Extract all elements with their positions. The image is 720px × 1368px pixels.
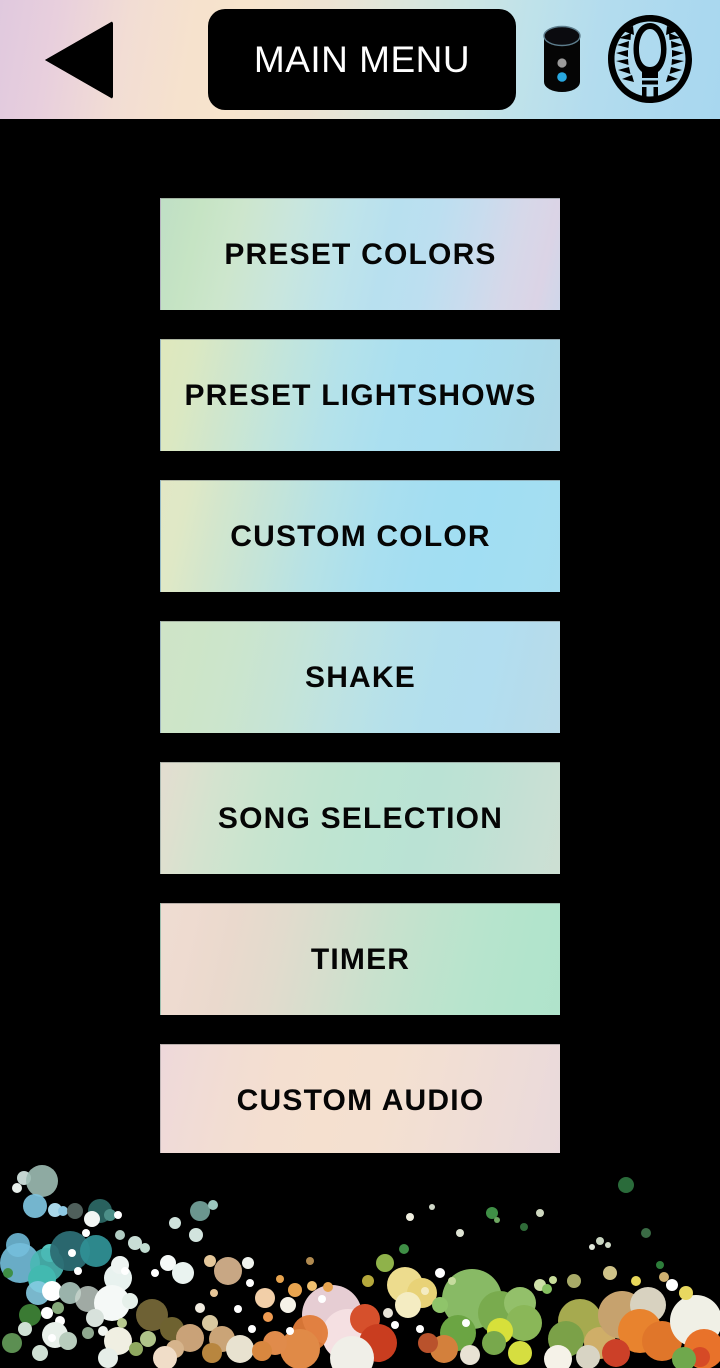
- menu-item-label: CUSTOM COLOR: [230, 519, 491, 553]
- page-title-label: MAIN MENU: [253, 38, 471, 80]
- menu-item-label: SONG SELECTION: [217, 801, 504, 835]
- menu-item-custom-audio[interactable]: CUSTOM AUDIO: [160, 1044, 560, 1156]
- menu-item-custom-color[interactable]: CUSTOM COLOR: [160, 480, 560, 592]
- logo-button[interactable]: [606, 13, 694, 105]
- menu-item-label: SHAKE: [304, 660, 416, 694]
- back-button[interactable]: [36, 21, 122, 99]
- app-root: MAIN MENU PRESET COLORS PRESET LIGHTSHOW…: [0, 0, 720, 1368]
- lamp-logo-icon: [608, 15, 692, 103]
- menu-item-shake[interactable]: SHAKE: [160, 621, 560, 733]
- menu-item-preset-colors[interactable]: PRESET COLORS: [160, 198, 560, 310]
- menu-item-timer[interactable]: TIMER: [160, 903, 560, 1015]
- header-inner: MAIN MENU: [0, 0, 720, 119]
- footer-bokeh-decoration: [0, 1153, 720, 1368]
- device-button[interactable]: [538, 20, 586, 100]
- menu-item-label: PRESET COLORS: [224, 237, 497, 271]
- menu-item-label: TIMER: [310, 942, 411, 976]
- page-title: MAIN MENU: [208, 9, 516, 110]
- app-header: MAIN MENU: [0, 0, 720, 119]
- back-arrow-icon: [45, 21, 113, 99]
- menu-item-label: CUSTOM AUDIO: [236, 1083, 485, 1117]
- menu-item-song-selection[interactable]: SONG SELECTION: [160, 762, 560, 874]
- bokeh-bubbles-icon: [0, 1153, 720, 1368]
- menu-item-label: PRESET LIGHTSHOWS: [184, 378, 537, 412]
- menu-item-preset-lightshows[interactable]: PRESET LIGHTSHOWS: [160, 339, 560, 451]
- cylinder-speaker-icon: [543, 25, 581, 92]
